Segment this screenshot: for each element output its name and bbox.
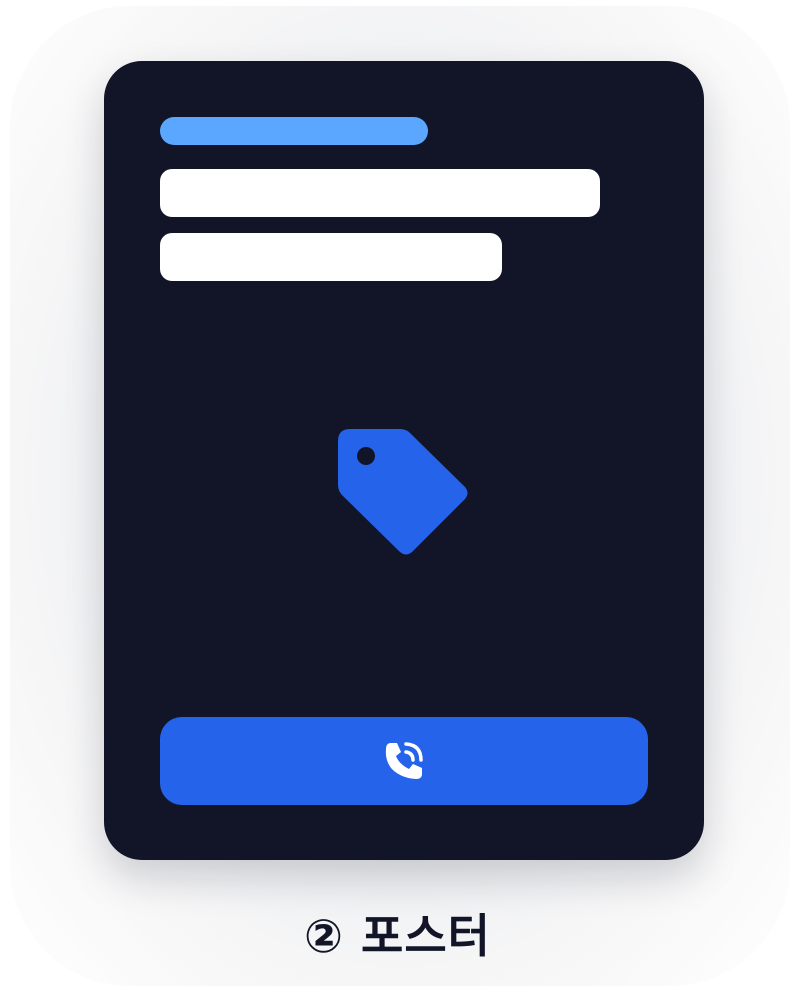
title-placeholder-line (160, 169, 600, 217)
signal-wave-inner (404, 750, 415, 762)
poster-caption: ② 포스터 (304, 909, 491, 963)
tag-shape (338, 429, 468, 555)
poster-card (104, 61, 704, 860)
poster-preview-stage: ② 포스터 (0, 0, 795, 993)
phone-call-icon (385, 742, 423, 779)
tag-hole (357, 447, 375, 465)
tag-icon (338, 429, 468, 555)
call-button[interactable] (160, 717, 648, 805)
accent-placeholder-bar (160, 117, 428, 145)
subtitle-placeholder-line (160, 233, 502, 281)
